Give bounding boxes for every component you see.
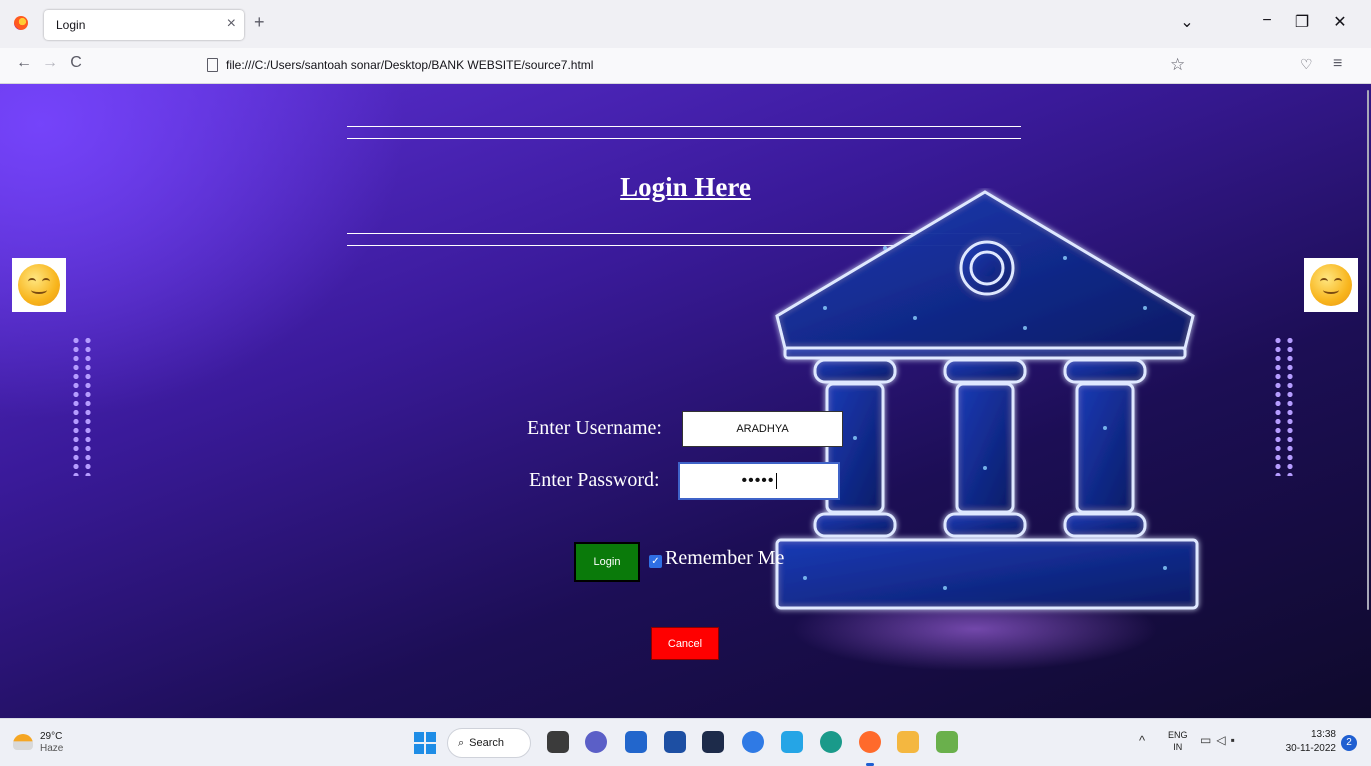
- back-button[interactable]: ←: [14, 54, 34, 72]
- search-label: Search: [469, 737, 505, 749]
- system-tray-icons[interactable]: ▭◁▪: [1200, 733, 1240, 747]
- password-label: Enter Password:: [529, 469, 660, 491]
- minimize-window-button[interactable]: −: [1255, 12, 1279, 30]
- dot-pattern-right: [1272, 336, 1296, 476]
- notification-badge[interactable]: 2: [1341, 735, 1357, 751]
- region-code: IN: [1173, 742, 1183, 752]
- show-hidden-icons-caret[interactable]: ^: [1139, 733, 1145, 748]
- input-language-indicator[interactable]: ENG IN: [1168, 729, 1188, 753]
- divider-line: [347, 138, 1021, 139]
- paint-icon[interactable]: [936, 731, 958, 753]
- username-value: ARADHYA: [736, 423, 789, 435]
- folder-icon[interactable]: [897, 731, 919, 753]
- vscode-icon[interactable]: [781, 731, 803, 753]
- firefox-menu-icon[interactable]: [14, 16, 28, 30]
- clock-date: 30-11-2022: [1285, 743, 1336, 754]
- microsoft-store-icon[interactable]: [625, 731, 647, 753]
- navigation-toolbar: ← → C file:///C:/Users/santoah sonar/Des…: [0, 48, 1371, 84]
- tab-title: Login: [56, 18, 86, 32]
- url-bar[interactable]: file:///C:/Users/santoah sonar/Desktop/B…: [226, 58, 593, 72]
- clock-time: 13:38: [1310, 729, 1336, 740]
- remember-me-label[interactable]: Remember Me: [665, 547, 784, 570]
- language-code: ENG: [1168, 730, 1188, 740]
- smiley-left-icon: [12, 258, 66, 312]
- weather-temperature[interactable]: 29°C: [40, 731, 62, 742]
- dot-pattern-left: [70, 336, 94, 476]
- close-window-button[interactable]: ✕: [1328, 12, 1352, 32]
- weather-description[interactable]: Haze: [40, 743, 63, 754]
- search-icon: ⌕: [458, 736, 465, 749]
- edge-icon[interactable]: [820, 731, 842, 753]
- bank-building-icon: [775, 190, 1199, 610]
- hamburger-menu-icon[interactable]: ≡: [1333, 55, 1342, 73]
- bookmark-star-icon[interactable]: ☆: [1170, 55, 1185, 75]
- weather-icon[interactable]: [13, 734, 33, 750]
- forward-button[interactable]: →: [40, 54, 60, 72]
- dropbox-icon[interactable]: [702, 731, 724, 753]
- mail-icon[interactable]: [664, 731, 686, 753]
- spark-icon[interactable]: [742, 731, 764, 753]
- file-explorer-icon[interactable]: [547, 731, 569, 753]
- taskbar-search-button[interactable]: ⌕ Search: [447, 728, 531, 758]
- clock[interactable]: 13:38 30-11-2022: [1276, 728, 1336, 756]
- windows-start-icon[interactable]: [414, 732, 436, 754]
- password-value: •••••: [741, 472, 775, 489]
- cancel-button[interactable]: Cancel: [651, 627, 719, 660]
- smiley-right-icon: [1304, 258, 1358, 312]
- new-tab-button[interactable]: +: [254, 12, 265, 33]
- login-page: Login Here Enter Username: ARADHYA Enter…: [0, 84, 1371, 718]
- username-field[interactable]: ARADHYA: [682, 411, 843, 447]
- tab-close-icon[interactable]: ×: [227, 15, 236, 33]
- tab-login[interactable]: Login ×: [44, 10, 244, 40]
- windows-taskbar: 29°C Haze ⌕ Search ^ ENG IN ▭◁▪ 13:38 30…: [0, 718, 1371, 766]
- list-all-tabs-icon[interactable]: ⌄: [1175, 12, 1199, 32]
- teams-chat-icon[interactable]: [585, 731, 607, 753]
- login-button[interactable]: Login: [574, 542, 640, 582]
- divider-line: [347, 126, 1021, 127]
- pocket-icon[interactable]: ♡: [1300, 56, 1313, 73]
- browser-tab-bar: Login × + ⌄ − ❐ ✕: [0, 0, 1371, 48]
- restore-window-button[interactable]: ❐: [1290, 12, 1314, 32]
- page-info-icon[interactable]: [207, 58, 218, 72]
- page-scrollbar[interactable]: [1367, 90, 1369, 610]
- remember-me-checkbox[interactable]: ✓: [649, 555, 662, 568]
- password-field[interactable]: •••••: [678, 462, 840, 500]
- username-label: Enter Username:: [527, 417, 662, 439]
- reload-button[interactable]: C: [66, 54, 86, 72]
- firefox-icon[interactable]: [859, 731, 881, 753]
